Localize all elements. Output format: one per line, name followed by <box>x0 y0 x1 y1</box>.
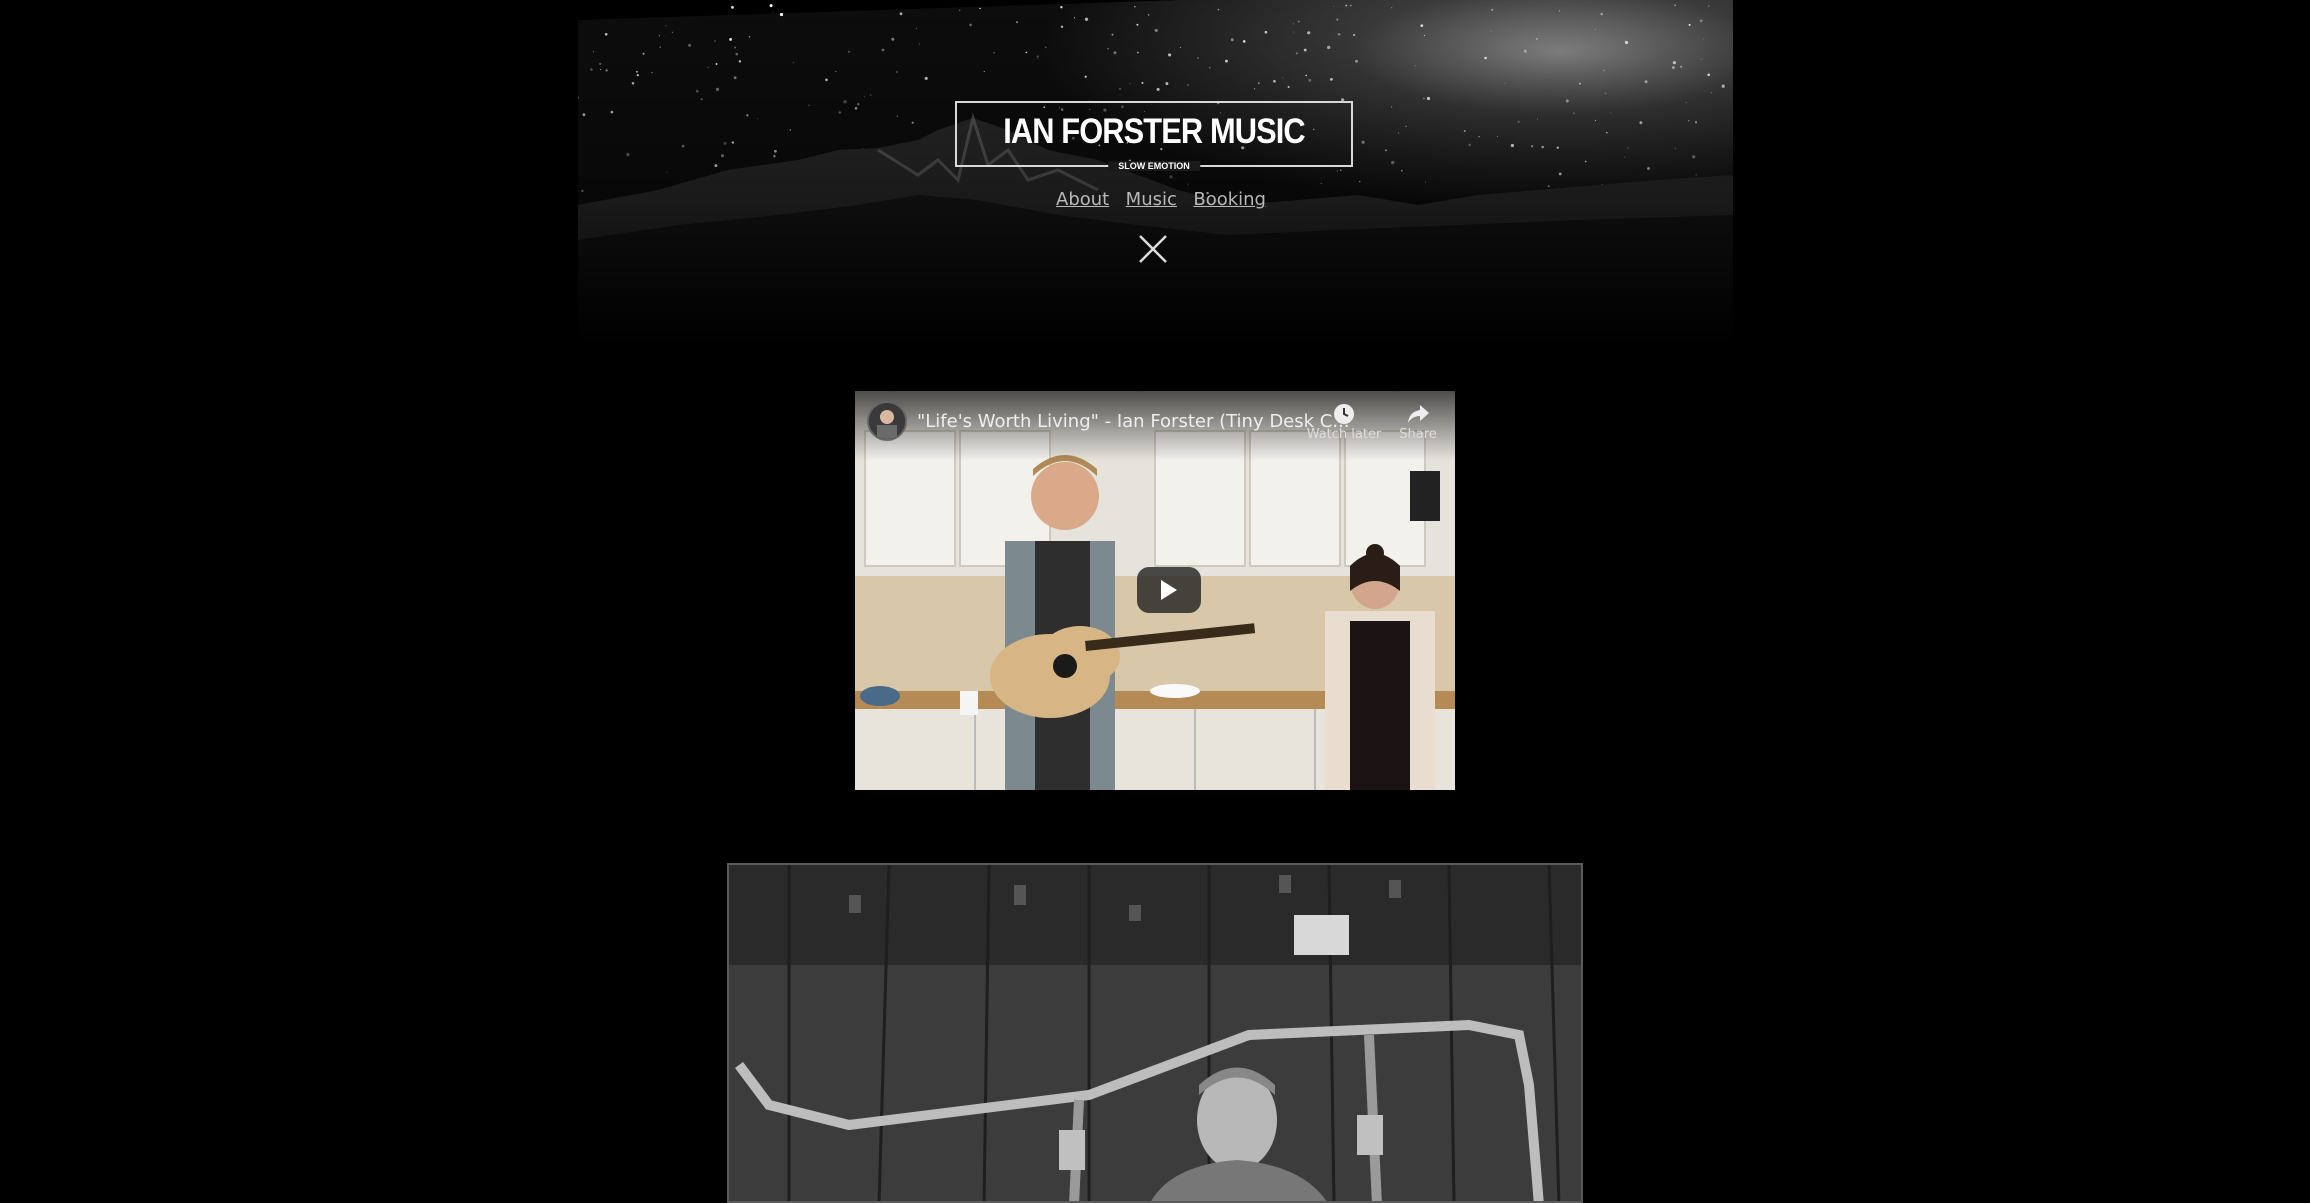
watch-later-label: Watch later <box>1306 427 1382 442</box>
youtube-video-embed[interactable]: "Life's Worth Living" - Ian Forster (Tin… <box>855 391 1455 790</box>
watch-later-button[interactable]: Watch later <box>1303 403 1385 442</box>
close-menu-button[interactable] <box>1138 234 1168 264</box>
artist-photo <box>727 863 1583 1203</box>
channel-avatar[interactable] <box>867 401 907 441</box>
site-title-box[interactable]: IAN FORSTER MUSIC SLOW EMOTION <box>955 101 1353 171</box>
avatar-image <box>869 403 905 439</box>
share-button[interactable]: Share <box>1393 403 1443 442</box>
site-tagline: SLOW EMOTION <box>1108 161 1200 171</box>
play-icon <box>1161 580 1177 600</box>
artist-photo-image <box>729 865 1581 1201</box>
video-title-link[interactable]: "Life's Worth Living" - Ian Forster (Tin… <box>917 411 1350 432</box>
clock-icon <box>1334 404 1354 424</box>
close-x-icon <box>1139 235 1167 263</box>
nav-about-link[interactable]: About <box>1056 189 1109 210</box>
starry-mountain-background <box>578 0 1733 345</box>
main-nav: About Music Booking <box>1050 189 1266 210</box>
share-arrow-icon <box>1408 405 1429 423</box>
share-label: Share <box>1399 427 1437 442</box>
play-button[interactable] <box>1137 567 1201 613</box>
header-banner <box>578 0 1733 345</box>
nav-music-link[interactable]: Music <box>1126 189 1177 210</box>
nav-booking-link[interactable]: Booking <box>1193 189 1266 210</box>
site-title[interactable]: IAN FORSTER MUSIC <box>981 112 1328 152</box>
